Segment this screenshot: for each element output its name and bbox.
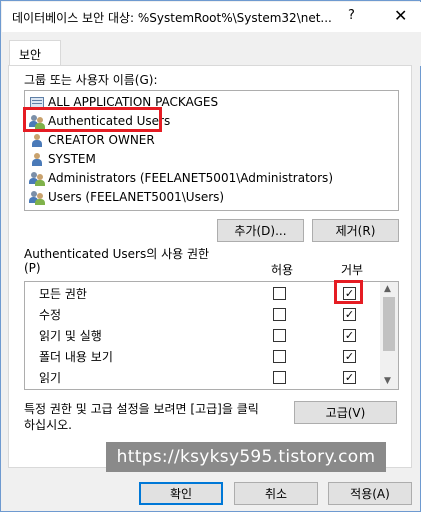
permission-name: 읽기	[39, 371, 62, 385]
highlight-box-deny-full-control	[334, 280, 363, 304]
permission-row-read: 읽기 ✓	[25, 367, 377, 386]
user-icon	[29, 132, 45, 148]
list-item-label: CREATOR OWNER	[48, 133, 155, 147]
close-button[interactable]: ✕	[394, 6, 407, 25]
principals-label: 그룹 또는 사용자 이름(G):	[24, 73, 158, 87]
allow-checkbox[interactable]	[273, 287, 286, 300]
advanced-hint-line1: 특정 권한 및 고급 설정을 보려면 [고급]을 클릭	[24, 402, 259, 416]
cancel-button[interactable]: 취소	[234, 482, 318, 505]
add-button[interactable]: 추가(D)...	[217, 219, 304, 242]
permissions-scrollbar[interactable]: ▲ ▼	[380, 282, 398, 389]
user-icon	[29, 151, 45, 167]
permission-row-list-folder: 폴더 내용 보기 ✓	[25, 346, 377, 365]
deny-checkbox[interactable]: ✓	[343, 350, 356, 363]
permission-row-full-control: 모든 권한 ✓	[25, 283, 377, 302]
permissions-title: Authenticated Users의 사용 권한	[24, 247, 210, 261]
permission-name: 모든 권한	[39, 287, 87, 301]
ok-button[interactable]: 확인	[139, 482, 223, 505]
list-item[interactable]: CREATOR OWNER	[29, 131, 155, 149]
permission-row-read-execute: 읽기 및 실행 ✓	[25, 325, 377, 344]
apply-button[interactable]: 적용(A)	[328, 482, 412, 505]
list-item-label: SYSTEM	[48, 152, 96, 166]
allow-checkbox[interactable]	[273, 350, 286, 363]
deny-checkbox[interactable]: ✓	[343, 308, 356, 321]
deny-checkbox[interactable]: ✓	[343, 371, 356, 384]
watermark-url: https://ksyksy595.tistory.com	[106, 442, 386, 472]
tab-strip: 보안	[2, 32, 421, 67]
scroll-up-arrow-icon[interactable]: ▲	[384, 284, 391, 294]
users-icon	[29, 189, 45, 205]
list-item-label: Users (FEELANET5001\Users)	[48, 190, 225, 204]
permission-name: 수정	[39, 308, 62, 322]
advanced-button[interactable]: 고급(V)	[294, 401, 397, 424]
allow-checkbox[interactable]	[273, 308, 286, 321]
permission-row-modify: 수정 ✓	[25, 304, 377, 323]
highlight-box-selected-user	[23, 107, 162, 132]
window-title: 데이터베이스 보안 대상: %SystemRoot%\System32\net.…	[12, 11, 332, 25]
users-icon	[29, 170, 45, 186]
permission-name: 읽기 및 실행	[39, 329, 102, 343]
scrollbar-thumb[interactable]	[383, 297, 395, 351]
help-button[interactable]: ?	[348, 8, 355, 23]
advanced-hint-line2: 하십시오.	[24, 418, 72, 432]
list-item[interactable]: SYSTEM	[29, 150, 96, 168]
permissions-title-accelerator: (P)	[24, 261, 41, 275]
deny-column-header: 거부	[341, 263, 364, 277]
list-item-label: Administrators (FEELANET5001\Administrat…	[48, 171, 333, 185]
deny-checkbox[interactable]: ✓	[343, 329, 356, 342]
allow-column-header: 허용	[271, 263, 294, 277]
security-dialog: 데이터베이스 보안 대상: %SystemRoot%\System32\net.…	[0, 0, 421, 512]
permission-name: 폴더 내용 보기	[39, 350, 113, 364]
scroll-down-arrow-icon[interactable]: ▼	[384, 376, 391, 386]
tab-security[interactable]: 보안	[9, 40, 61, 67]
list-item[interactable]: Users (FEELANET5001\Users)	[29, 188, 224, 206]
list-item[interactable]: Administrators (FEELANET5001\Administrat…	[29, 169, 333, 187]
remove-button[interactable]: 제거(R)	[312, 219, 399, 242]
allow-checkbox[interactable]	[273, 371, 286, 384]
title-bar: 데이터베이스 보안 대상: %SystemRoot%\System32\net.…	[2, 2, 421, 32]
allow-checkbox[interactable]	[273, 329, 286, 342]
